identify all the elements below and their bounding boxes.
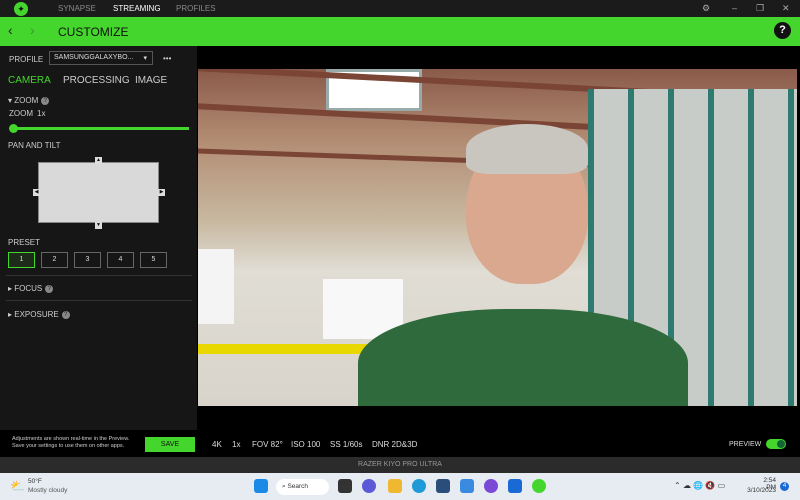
minimize-button[interactable]: – — [732, 3, 737, 13]
help-icon[interactable]: ? — [774, 22, 791, 39]
profile-value: SAMSUNGGALAXYBO... — [54, 54, 134, 61]
tab-profiles[interactable]: PROFILES — [176, 4, 216, 13]
save-button[interactable]: SAVE — [145, 437, 195, 452]
weather-desc[interactable]: Mostly cloudy — [28, 487, 67, 494]
more-options-button[interactable]: ••• — [163, 54, 171, 63]
weather-cloud-icon[interactable]: ⛅ — [10, 479, 25, 493]
fov-stat: FOV 82° — [252, 440, 283, 449]
subtab-processing[interactable]: PROCESSING — [63, 75, 130, 86]
chevron-down-icon: ▾ — [143, 55, 147, 62]
zoom-section-label: ZOOM — [14, 96, 39, 105]
hint-line-1: Adjustments are shown real-time in the P… — [12, 436, 130, 442]
clock-date[interactable]: 3/10/2023 — [742, 487, 776, 494]
divider — [6, 300, 192, 301]
taskbar-search[interactable]: ⌕ Search — [276, 479, 329, 495]
teams-chat-icon[interactable] — [362, 479, 376, 493]
network-globe-icon[interactable]: 🌐 — [693, 481, 703, 490]
pan-right-button[interactable]: ▶ — [158, 189, 165, 196]
task-view-icon[interactable] — [338, 479, 352, 493]
focus-label: FOCUS — [14, 284, 43, 293]
preset-5-button[interactable]: 5 — [140, 252, 167, 268]
app-icon[interactable] — [460, 479, 474, 493]
back-arrow-icon[interactable]: ‹ — [8, 22, 13, 38]
iso-stat: ISO 100 — [291, 440, 321, 449]
info-icon[interactable]: ? — [45, 284, 54, 293]
preview-label: PREVIEW — [729, 441, 762, 448]
dnr-stat: DNR 2D&3D — [372, 440, 418, 449]
zoom-section-toggle[interactable]: ▾ ZOOM? — [8, 96, 50, 105]
store-icon[interactable] — [436, 479, 450, 493]
shutter-stat: SS 1/60s — [330, 440, 363, 449]
info-icon[interactable]: ? — [61, 310, 70, 319]
preview-hint: Adjustments are shown real-time in the P… — [12, 436, 129, 450]
tray-icons[interactable]: ⌃ ☁ 🌐 🔇 ▭ — [674, 481, 725, 490]
zoom-stat: 1x — [232, 440, 241, 449]
preview-toggle[interactable] — [766, 439, 786, 449]
subtab-camera[interactable]: CAMERA — [8, 75, 51, 86]
divider — [6, 275, 192, 276]
close-button[interactable]: ✕ — [782, 3, 790, 14]
weather-temp[interactable]: 50°F — [28, 478, 42, 485]
preset-3-button[interactable]: 3 — [74, 252, 101, 268]
razer-logo-icon[interactable]: ✦ — [14, 2, 28, 16]
cloud-icon[interactable]: ☁ — [683, 481, 691, 490]
notification-badge[interactable]: 4 — [780, 482, 789, 491]
preset-2-button[interactable]: 2 — [41, 252, 68, 268]
settings-gear-icon[interactable]: ⚙ — [702, 3, 710, 14]
maximize-button[interactable]: ❐ — [756, 3, 764, 14]
tilt-up-button[interactable]: ▲ — [95, 157, 102, 164]
pan-tilt-pad[interactable] — [38, 162, 159, 223]
profile-label: PROFILE — [9, 55, 44, 64]
preset-1-button[interactable]: 1 — [8, 252, 35, 268]
forward-arrow-icon[interactable]: › — [30, 22, 35, 38]
edge-browser-icon[interactable] — [412, 479, 426, 493]
volume-muted-icon[interactable]: 🔇 — [705, 481, 715, 490]
file-explorer-icon[interactable] — [388, 479, 402, 493]
exposure-label: EXPOSURE — [14, 310, 59, 319]
zoom-slider-track[interactable] — [13, 127, 189, 130]
pan-left-button[interactable]: ◀ — [33, 189, 40, 196]
razer-synapse-taskbar-icon[interactable] — [532, 479, 546, 493]
profile-select[interactable]: SAMSUNGGALAXYBO... ▾ — [49, 51, 153, 65]
subtab-image[interactable]: IMAGE — [135, 75, 167, 86]
search-label: Search — [287, 483, 309, 490]
focus-section-toggle[interactable]: ▸ FOCUS? — [8, 284, 54, 293]
zoom-value: 1x — [37, 109, 46, 118]
pan-tilt-label: PAN AND TILT — [8, 141, 61, 150]
exposure-section-toggle[interactable]: ▸ EXPOSURE? — [8, 310, 70, 319]
device-name: RAZER KIYO PRO ULTRA — [0, 457, 800, 473]
battery-icon[interactable]: ▭ — [718, 481, 726, 490]
phone-link-icon[interactable] — [508, 479, 522, 493]
hint-line-2: Save your settings to use them on other … — [12, 443, 125, 449]
camera-preview-image — [198, 69, 797, 406]
preset-label: PRESET — [8, 238, 41, 247]
tab-synapse[interactable]: SYNAPSE — [58, 4, 96, 13]
page-title: CUSTOMIZE — [58, 25, 129, 39]
zoom-slider-thumb[interactable] — [9, 124, 18, 133]
info-icon[interactable]: ? — [41, 96, 50, 105]
tab-streaming[interactable]: STREAMING — [113, 4, 161, 13]
preset-4-button[interactable]: 4 — [107, 252, 134, 268]
chevron-up-icon[interactable]: ⌃ — [674, 481, 681, 490]
tilt-down-button[interactable]: ▼ — [95, 222, 102, 229]
resolution-stat: 4K — [212, 440, 222, 449]
windows-start-icon[interactable] — [254, 479, 268, 493]
zoom-label: ZOOM — [9, 109, 33, 118]
app-icon[interactable] — [484, 479, 498, 493]
